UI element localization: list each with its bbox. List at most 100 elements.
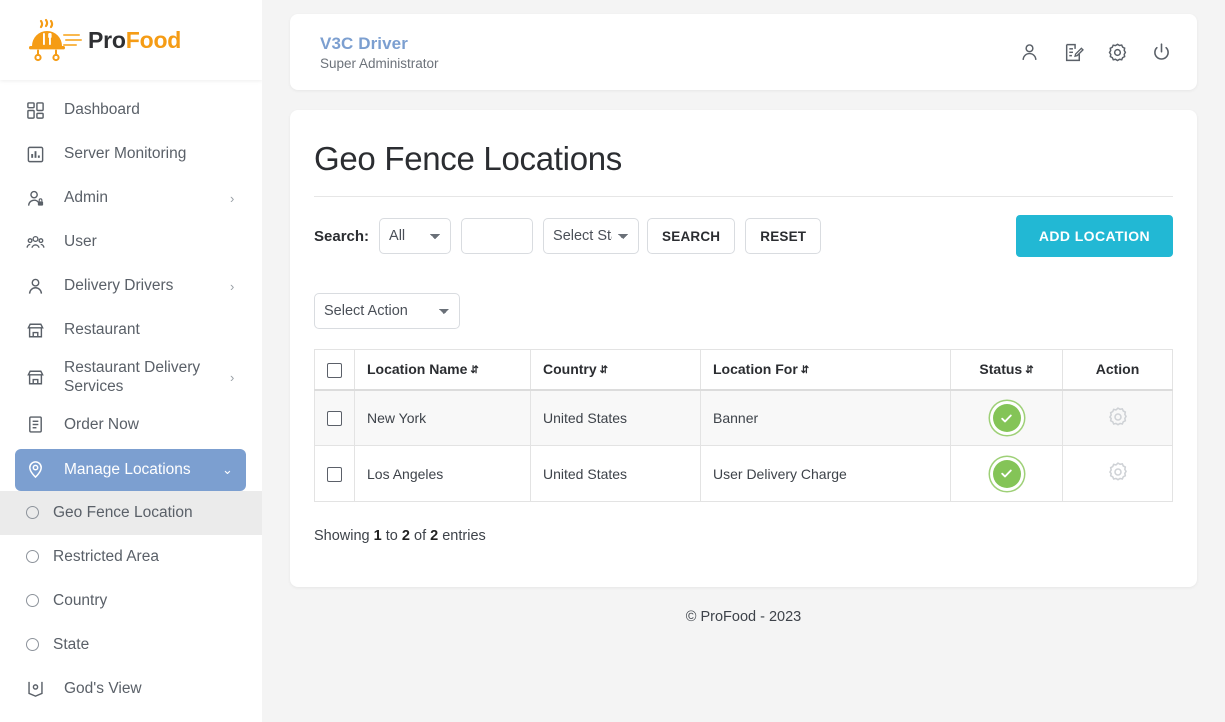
showing-of: of [414,528,427,545]
row-select-cell [314,445,355,503]
search-input[interactable] [461,218,534,254]
cell-action [1062,389,1173,447]
sidebar-subitem-label: Restricted Area [53,547,159,565]
sidebar-item-dashboard[interactable]: Dashboard [0,88,262,132]
table-row: Los Angeles United States User Delivery … [314,445,1173,503]
bullet-circle-icon [26,550,39,564]
chevron-down-icon: ⌄ [222,462,233,478]
sidebar-item-label: Delivery Drivers [64,277,174,295]
reset-button[interactable]: RESET [745,218,822,254]
row-select-cell [314,389,355,447]
brand-name-food: Food [125,26,182,53]
cell-action [1062,445,1173,503]
current-user-name: V3C Driver [320,33,408,53]
table-row: New York United States Banner [314,389,1173,447]
profile-icon[interactable] [1017,40,1041,64]
table-header: Location Name ⇵ Country ⇵ Location For ⇵ St… [314,348,1173,391]
brand-logo[interactable]: ProFood [0,0,262,80]
row-settings-gear-icon[interactable] [1106,405,1130,429]
power-logout-icon[interactable] [1149,40,1173,64]
cell-status [950,389,1063,447]
chevron-right-icon: › [230,369,235,385]
sidebar-item-label: Restaurant [64,321,140,339]
sort-arrows-icon: ⇵ [800,365,810,377]
bullet-circle-icon [26,506,39,520]
bulk-action-select[interactable]: Select Action [314,293,460,329]
showing-to: 2 [401,528,410,545]
edit-document-icon[interactable] [1061,40,1085,64]
sidebar-item-label: Admin [64,189,108,207]
current-user-block: V3C Driver Super Administrator [320,33,1017,71]
sidebar-subitem-label: State [53,635,90,653]
sidebar-item-order-now[interactable]: Order Now [0,403,262,447]
status-active-check-icon[interactable] [992,459,1021,488]
sidebar-nav: Dashboard Server Monitoring Admin › User… [0,80,262,722]
cell-location-for: User Delivery Charge [700,445,951,503]
status-active-check-icon[interactable] [992,404,1021,433]
th-status-label: Status [979,361,1023,378]
sidebar-subitem-state[interactable]: State [0,623,262,667]
sidebar-item-admin[interactable]: Admin › [0,176,262,220]
store-icon [24,366,46,388]
showing-from: 1 [373,528,382,545]
sort-arrows-icon: ⇵ [1025,365,1034,377]
sidebar: ProFood Dashboard Server Monitoring Admi… [0,0,262,722]
row-checkbox[interactable] [327,467,342,483]
user-lock-icon [24,187,46,209]
bullet-circle-icon [26,638,39,652]
th-location-for-label: Location For [713,361,798,378]
th-country[interactable]: Country ⇵ [530,348,701,391]
sidebar-item-user[interactable]: User [0,220,262,264]
sidebar-item-label: Manage Locations [64,461,191,479]
main-content: V3C Driver Super Administrator Geo Fence… [262,0,1225,722]
page-title: Geo Fence Locations [314,140,1173,197]
brand-name: ProFood [88,27,181,54]
sidebar-item-gods-view[interactable]: God's View [0,667,262,711]
sidebar-item-restaurant[interactable]: Restaurant [0,308,262,352]
th-location-for[interactable]: Location For ⇵ [700,348,951,391]
bar-chart-icon [24,143,46,165]
showing-total: 2 [430,528,439,545]
sidebar-subitem-restricted-area[interactable]: Restricted Area [0,535,262,579]
search-scope-select[interactable]: All [379,218,452,254]
footer-copyright: © ProFood - 2023 [685,609,802,625]
showing-suffix: entries [442,528,486,545]
showing-entries-text: Showing 1 to 2 of 2 entries [314,528,1173,544]
current-user-role: Super Administrator [320,56,439,72]
sidebar-item-manage-locations[interactable]: Manage Locations ⌄ [15,448,246,491]
sidebar-item-restaurant-delivery-services[interactable]: Restaurant Delivery Services › [0,352,262,403]
geo-fence-card: Geo Fence Locations Search: All Select S… [290,110,1197,587]
th-status[interactable]: Status ⇵ [950,348,1063,391]
th-country-label: Country [543,361,597,378]
geo-fence-table: Location Name ⇵ Country ⇵ Location For ⇵ St… [314,348,1173,503]
select-all-checkbox[interactable] [327,362,342,378]
chevron-right-icon: › [230,190,235,206]
showing-mid: to [385,528,398,545]
bullet-circle-icon [26,594,39,608]
top-header-bar: V3C Driver Super Administrator [290,14,1197,90]
table-body: New York United States Banner Los Angele… [314,389,1173,503]
sidebar-subitem-label: Geo Fence Location [53,503,193,521]
person-icon [24,275,46,297]
sidebar-item-label: God's View [64,680,142,698]
sidebar-subitem-label: Country [53,591,108,609]
search-button[interactable]: SEARCH [647,218,736,254]
th-location-name-label: Location Name [367,361,468,378]
add-location-button[interactable]: ADD LOCATION [1015,215,1173,257]
th-action-label: Action [1095,361,1140,378]
sidebar-item-label: Server Monitoring [64,145,187,163]
sidebar-item-server-monitoring[interactable]: Server Monitoring [0,132,262,176]
th-location-name[interactable]: Location Name ⇵ [354,348,531,391]
sidebar-item-label: Order Now [64,416,139,434]
row-checkbox[interactable] [327,411,342,427]
sidebar-subitem-geo-fence-location[interactable]: Geo Fence Location [0,490,262,535]
sidebar-subitem-country[interactable]: Country [0,579,262,623]
sidebar-item-label: Restaurant Delivery Services [64,359,201,396]
settings-gear-icon[interactable] [1105,40,1129,64]
status-filter-select[interactable]: Select Status [543,218,640,254]
brand-name-pro: Pro [88,26,126,53]
row-settings-gear-icon[interactable] [1106,460,1130,484]
sidebar-item-delivery-drivers[interactable]: Delivery Drivers › [0,264,262,308]
order-list-icon [24,414,46,436]
cell-country: United States [530,389,701,447]
